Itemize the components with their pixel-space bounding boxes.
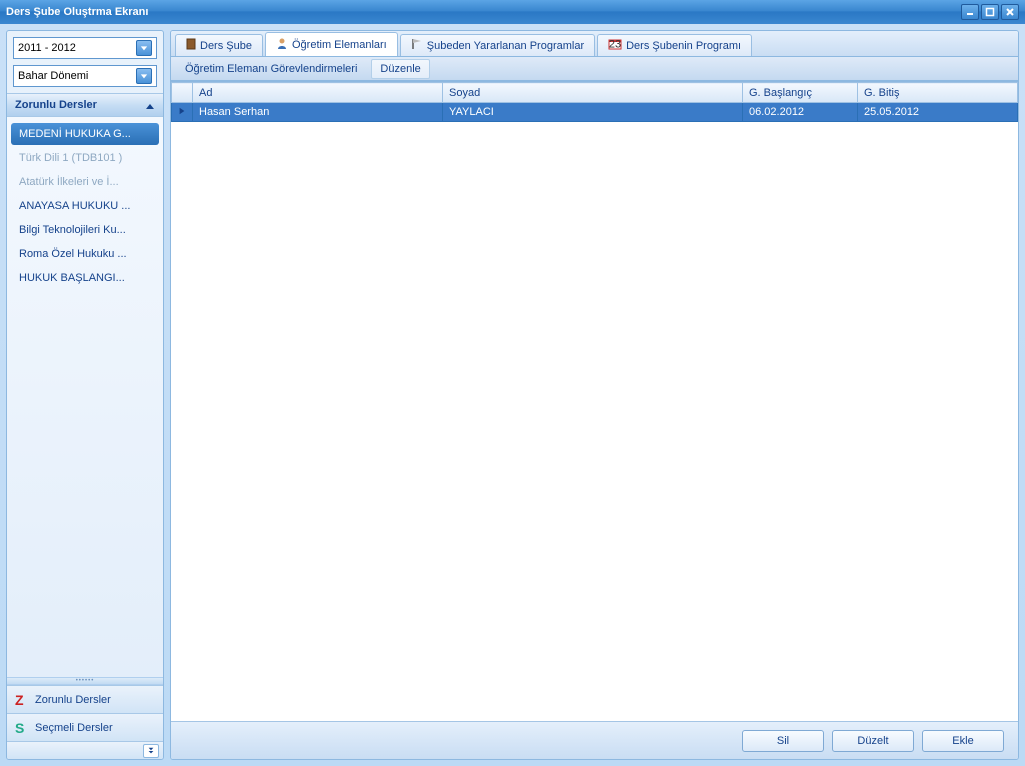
course-list: MEDENİ HUKUKA G...Türk Dili 1 (TDB101 )A… <box>7 117 163 677</box>
col-start[interactable]: G. Başlangıç <box>743 83 858 103</box>
course-item: Atatürk İlkeleri ve İ... <box>11 171 159 193</box>
course-item[interactable]: Bilgi Teknolojileri Ku... <box>11 219 159 241</box>
expand-button[interactable] <box>143 744 159 758</box>
titlebar: Ders Şube Oluştrma Ekranı <box>0 0 1025 24</box>
subtab-assignments[interactable]: Öğretim Elemanı Görevlendirmeleri <box>177 60 365 78</box>
cell-start: 06.02.2012 <box>743 103 858 122</box>
edit-button[interactable]: Düzelt <box>832 730 914 752</box>
course-item[interactable]: Roma Özel Hukuku ... <box>11 243 159 265</box>
grid-empty-area <box>171 122 1018 721</box>
course-item[interactable]: MEDENİ HUKUKA G... <box>11 123 159 145</box>
chevron-down-icon <box>136 40 152 56</box>
tab-label: Ders Şubenin Programı <box>626 40 741 52</box>
course-item: Türk Dili 1 (TDB101 ) <box>11 147 159 169</box>
year-select-value: 2011 - 2012 <box>18 42 136 54</box>
add-button[interactable]: Ekle <box>922 730 1004 752</box>
col-ad[interactable]: Ad <box>193 83 443 103</box>
letter-z-icon: Z <box>15 692 29 708</box>
tab-label: Öğretim Elemanları <box>292 39 387 51</box>
splitter-handle[interactable]: •••••• <box>7 677 163 685</box>
mandatory-courses-label: Zorunlu Dersler <box>15 99 97 111</box>
cell-end: 25.05.2012 <box>858 103 1018 122</box>
maximize-button[interactable] <box>981 4 999 20</box>
nav-elective-label: Seçmeli Dersler <box>35 722 113 734</box>
row-indicator-icon <box>172 103 193 122</box>
action-bar: Sil Düzelt Ekle <box>171 721 1018 759</box>
svg-text:23: 23 <box>609 39 621 51</box>
sub-tabs-row: Öğretim Elemanı Görevlendirmeleri Düzenl… <box>171 57 1018 81</box>
instructors-grid: Ad Soyad G. Başlangıç G. Bitiş Hasan Ser… <box>171 82 1018 122</box>
person-icon <box>276 37 288 52</box>
window-title: Ders Şube Oluştrma Ekranı <box>6 6 961 18</box>
term-select[interactable]: Bahar Dönemi <box>13 65 157 87</box>
course-item[interactable]: ANAYASA HUKUKU ... <box>11 195 159 217</box>
tabs-row: Ders Şube Öğretim Elemanları Şubeden Yarar… <box>171 31 1018 57</box>
calendar-icon: 23 <box>608 38 622 53</box>
main-panel: Ders Şube Öğretim Elemanları Şubeden Yarar… <box>170 30 1019 760</box>
table-row[interactable]: Hasan SerhanYAYLACI06.02.201225.05.2012 <box>172 103 1018 122</box>
year-select[interactable]: 2011 - 2012 <box>13 37 157 59</box>
tab-1[interactable]: Öğretim Elemanları <box>265 32 398 56</box>
col-soyad[interactable]: Soyad <box>443 83 743 103</box>
minimize-button[interactable] <box>961 4 979 20</box>
tab-2[interactable]: Şubeden Yararlanan Programlar <box>400 34 595 56</box>
chevron-up-icon <box>145 99 155 112</box>
nav-mandatory-label: Zorunlu Dersler <box>35 694 111 706</box>
mandatory-courses-header[interactable]: Zorunlu Dersler <box>7 93 163 117</box>
nav-mandatory-courses[interactable]: Z Zorunlu Dersler <box>7 685 163 713</box>
letter-s-icon: S <box>15 720 29 736</box>
chevron-down-icon <box>136 68 152 84</box>
subtab-edit[interactable]: Düzenle <box>371 59 429 79</box>
tab-3[interactable]: 23 Ders Şubenin Programı <box>597 34 752 56</box>
nav-elective-courses[interactable]: S Seçmeli Dersler <box>7 713 163 741</box>
close-button[interactable] <box>1001 4 1019 20</box>
cell-soyad: YAYLACI <box>443 103 743 122</box>
row-header-blank <box>172 83 193 103</box>
cell-ad: Hasan Serhan <box>193 103 443 122</box>
tab-label: Şubeden Yararlanan Programlar <box>427 40 584 52</box>
delete-button[interactable]: Sil <box>742 730 824 752</box>
sidebar: 2011 - 2012 Bahar Dönemi Zorunlu Dersler… <box>6 30 164 760</box>
tab-label: Ders Şube <box>200 40 252 52</box>
flag-icon <box>411 38 423 53</box>
col-end[interactable]: G. Bitiş <box>858 83 1018 103</box>
document-icon <box>186 38 196 53</box>
tab-0[interactable]: Ders Şube <box>175 34 263 56</box>
term-select-value: Bahar Dönemi <box>18 70 136 82</box>
course-item[interactable]: HUKUK BAŞLANGI... <box>11 267 159 289</box>
